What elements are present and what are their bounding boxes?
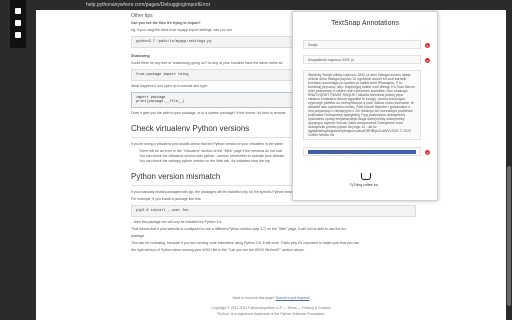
dock-icon-2[interactable] <box>15 20 21 26</box>
dock-icon-3[interactable] <box>15 32 21 38</box>
mismatch-p4: That means that if your website is confi… <box>131 227 347 231</box>
app-frame: help.pythonanywhere.com/pages/DebuggingI… <box>0 0 512 320</box>
footer-improve: Want to improve this page? Submit a pull… <box>36 296 506 300</box>
address-bar[interactable]: help.pythonanywhere.com/pages/DebuggingI… <box>86 0 210 10</box>
logo-text: TyTding coffee Inc <box>349 183 379 187</box>
annotation-3: Wynbiby Tsvqbi wibby vuyonuo 3200 (4 der… <box>303 70 421 140</box>
annotation-4-text: import package print(package.__file__) <box>308 150 416 154</box>
scrollbar-thumb[interactable] <box>507 166 511 306</box>
delete-annotation-icon[interactable]: × <box>425 58 430 63</box>
browser-topbar: help.pythonanywhere.com/pages/DebuggingI… <box>36 0 512 10</box>
pull-request-link[interactable]: Submit a pull request! <box>276 296 310 300</box>
annotation-1-text: Swajo <box>308 43 318 47</box>
delete-annotation-icon[interactable]: × <box>425 150 430 155</box>
scrollbar[interactable] <box>506 10 512 320</box>
annotation-2: Swajoskedu vuyonuo 3200 (4 × <box>303 55 430 64</box>
coffee-cup-icon <box>361 173 371 180</box>
annotation-4: import package print(package.__file__) × <box>303 147 430 156</box>
improve-text: Want to improve this page? <box>232 296 275 300</box>
annotations-panel: TextSnap Annotations Swajo × Swajoskedu … <box>292 11 438 201</box>
annotation-2-text: Swajoskedu vuyonuo 3200 (4 <box>308 58 354 62</box>
annotation-1: Swajo × <box>303 40 430 49</box>
panel-title: TextSnap Annotations <box>331 20 399 27</box>
footer-copyright: Copyright © 2011-2021 PythonAnywhere LLP… <box>211 306 331 310</box>
delete-annotation-icon[interactable]: × <box>425 43 430 48</box>
mismatch-p6: This can be confusing, because if you ar… <box>131 241 360 245</box>
dock-icon-1[interactable] <box>15 8 21 14</box>
mismatch-p5: package. <box>131 234 146 238</box>
annotation-3-text: Wynbiby Tsvqbi wibby vuyonuo 3200 (4 der… <box>308 73 415 137</box>
mismatch-p7: the right version of Python when running… <box>131 248 305 252</box>
brand-logo: TyTding coffee Inc <box>339 173 389 193</box>
footer-trademark: "Python" is a registered trademark of th… <box>216 312 326 316</box>
pip-code: pip3.8 install --user foo <box>131 205 416 217</box>
left-dock <box>0 0 36 320</box>
mismatch-p3: ...then the package foo will only be ins… <box>131 220 223 224</box>
